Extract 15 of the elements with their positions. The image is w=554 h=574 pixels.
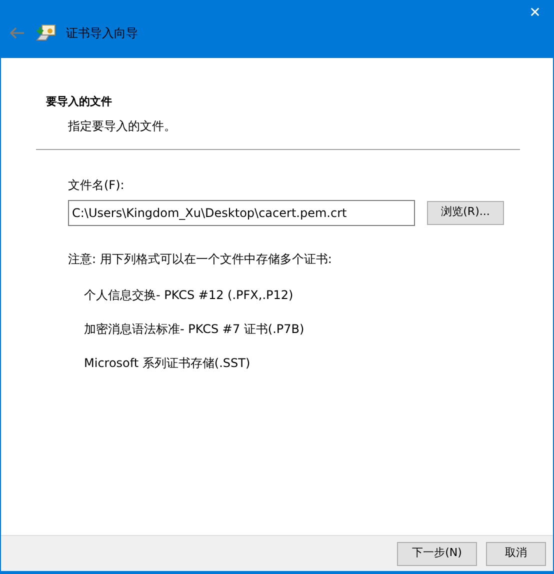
format-item: 个人信息交换- PKCS #12 (.PFX,.P12)	[84, 288, 294, 302]
cancel-button[interactable]: 取消	[486, 542, 546, 566]
page-heading: 要导入的文件	[45, 94, 113, 110]
window-title: 证书导入向导	[66, 25, 138, 42]
next-button[interactable]: 下一步(N)	[397, 542, 477, 566]
file-name-label: 文件名(F):	[68, 176, 126, 194]
format-item: Microsoft 系列证书存储(.SST)	[84, 356, 250, 370]
file-name-field[interactable]: C:\Users\Kingdom_Xu\Desktop\cacert.pem.crt	[68, 200, 415, 226]
page-description: 指定要导入的文件。	[67, 118, 177, 134]
format-item: 加密消息语法标准- PKCS #7 证书(.P7B)	[84, 322, 304, 336]
browse-button[interactable]: 浏览(R)...	[427, 200, 504, 224]
back-arrow-icon	[8, 25, 26, 41]
certificate-icon	[36, 24, 56, 42]
note-text: 注意: 用下列格式可以在一个文件中存储多个证书:	[68, 250, 333, 268]
close-button[interactable]: ✕	[517, 0, 553, 26]
